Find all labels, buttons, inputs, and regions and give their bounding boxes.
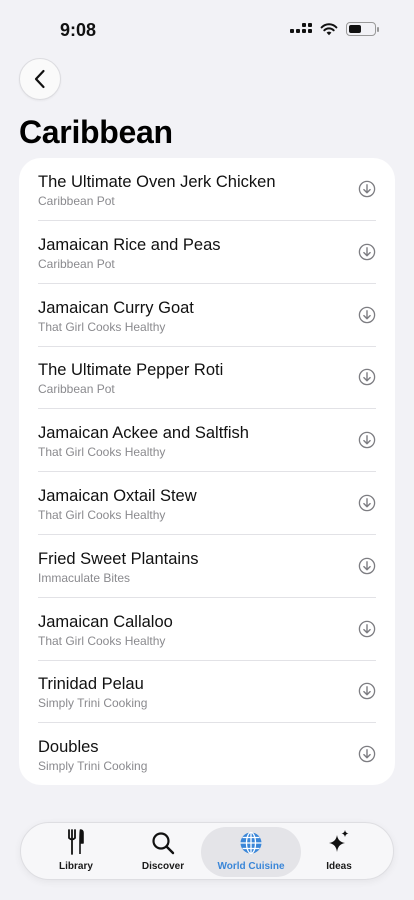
recipe-source: Simply Trini Cooking xyxy=(38,696,148,711)
wifi-icon xyxy=(320,22,338,36)
recipe-row[interactable]: The Ultimate Oven Jerk Chicken Caribbean … xyxy=(38,158,395,221)
recipe-source: Caribbean Pot xyxy=(38,194,115,208)
page-title: Caribbean xyxy=(19,114,173,150)
recipe-title: Trinidad Pelau xyxy=(38,675,144,694)
recipe-row[interactable]: Fried Sweet Plantains Immaculate Bites xyxy=(38,535,395,598)
recipe-title: Jamaican Curry Goat xyxy=(38,298,194,317)
download-icon[interactable] xyxy=(358,243,376,261)
recipe-source: Caribbean Pot xyxy=(38,382,115,397)
recipe-row[interactable]: Jamaican Callaloo That Girl Cooks Healthy xyxy=(38,598,395,661)
recipe-row[interactable]: Jamaican Rice and Peas Caribbean Pot xyxy=(38,221,395,284)
recipe-title: Jamaican Ackee and Saltfish xyxy=(38,424,249,443)
recipe-source: That Girl Cooks Healthy xyxy=(38,508,166,522)
recipe-title: Jamaican Callaloo xyxy=(38,612,173,631)
recipe-source: Immaculate Bites xyxy=(38,570,131,585)
recipe-row[interactable]: Jamaican Oxtail Stew That Girl Cooks Heal… xyxy=(38,472,395,535)
tab-label: World Cuisine xyxy=(217,861,285,872)
tab-label: Library xyxy=(59,861,93,872)
recipe-source: That Girl Cooks Healthy xyxy=(38,633,166,648)
download-icon[interactable] xyxy=(358,682,376,700)
download-icon[interactable] xyxy=(358,620,376,638)
recipe-row[interactable]: Jamaican Ackee and Saltfish That Girl Coo… xyxy=(38,409,395,473)
recipe-row[interactable]: Jamaican Curry Goat That Girl Cooks Healt… xyxy=(38,284,395,347)
status-time: 9:08 xyxy=(60,20,97,40)
status-icons xyxy=(290,22,379,36)
battery-icon xyxy=(346,22,379,36)
status-bar: 9:08 xyxy=(0,0,414,56)
recipe-title: Doubles xyxy=(38,738,99,757)
tab-library[interactable]: Library xyxy=(26,827,126,877)
recipe-row[interactable]: Trinidad Pelau Simply Trini Cooking xyxy=(38,660,395,724)
recipe-title: Jamaican Oxtail Stew xyxy=(38,487,197,505)
tab-world-cuisine[interactable]: World Cuisine xyxy=(201,827,301,877)
download-icon[interactable] xyxy=(358,431,376,449)
download-icon[interactable] xyxy=(358,494,376,512)
recipe-title: The Ultimate Oven Jerk Chicken xyxy=(38,173,276,191)
download-icon[interactable] xyxy=(358,745,376,763)
recipe-source: That Girl Cooks Healthy xyxy=(38,319,166,334)
tab-discover[interactable]: Discover xyxy=(113,827,213,877)
sparkles-icon xyxy=(329,830,349,852)
tab-label: Ideas xyxy=(326,861,352,872)
recipe-list: The Ultimate Oven Jerk Chicken Caribbean … xyxy=(19,158,395,785)
tab-label: Discover xyxy=(141,861,185,872)
back-button[interactable] xyxy=(19,58,61,100)
recipe-row[interactable]: Doubles Simply Trini Cooking xyxy=(38,723,395,786)
search-icon xyxy=(152,832,175,855)
tab-bar: Library Discover World Cuisine Ideas xyxy=(20,822,394,880)
recipe-source: Caribbean Pot xyxy=(38,256,115,271)
tab-ideas[interactable]: Ideas xyxy=(289,827,389,877)
recipe-title: Fried Sweet Plantains xyxy=(38,549,199,568)
recipe-title: The Ultimate Pepper Roti xyxy=(38,361,224,380)
globe-icon xyxy=(240,831,262,855)
recipe-row[interactable]: The Ultimate Pepper Roti Caribbean Pot xyxy=(38,346,395,410)
download-icon[interactable] xyxy=(358,368,376,386)
recipe-source: Simply Trini Cooking xyxy=(38,759,148,774)
fork-knife-icon xyxy=(68,829,84,855)
download-icon[interactable] xyxy=(358,557,376,575)
recipe-source: That Girl Cooks Healthy xyxy=(38,445,166,460)
download-icon[interactable] xyxy=(358,180,376,198)
recipe-title: Jamaican Rice and Peas xyxy=(38,235,221,254)
download-icon[interactable] xyxy=(358,306,376,324)
chevron-left-icon xyxy=(34,69,45,89)
cellular-signal-icon xyxy=(290,23,312,35)
